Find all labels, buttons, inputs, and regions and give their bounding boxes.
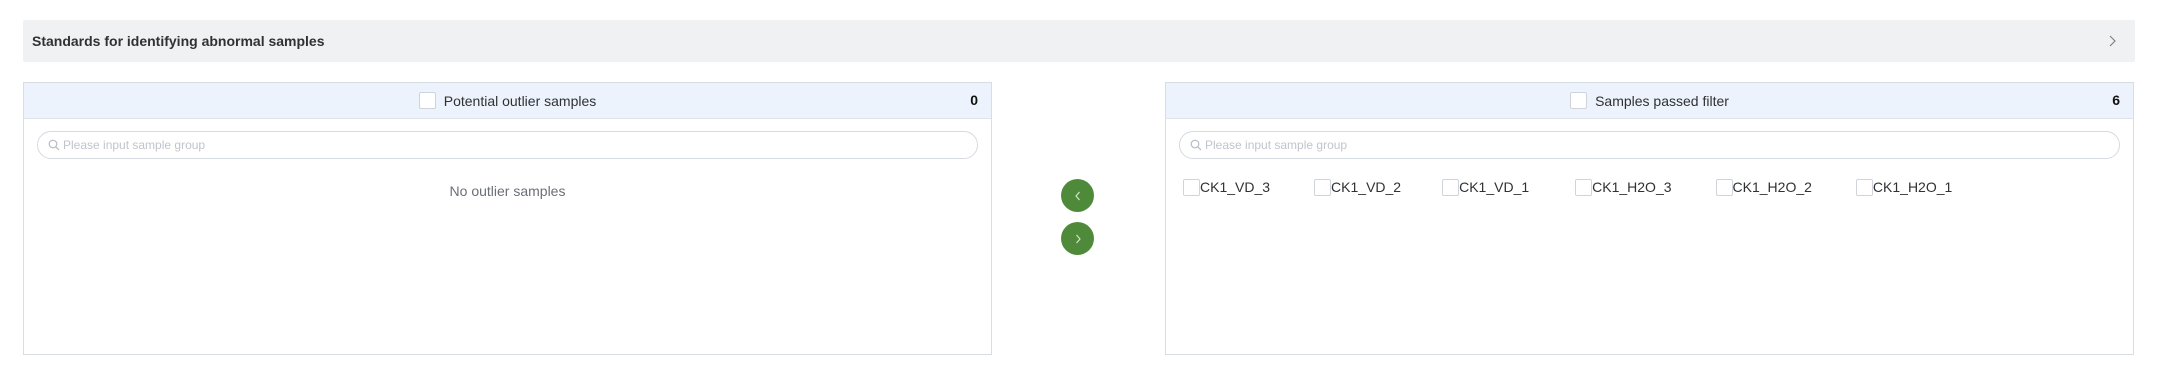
passed-count: 6 — [2112, 92, 2120, 108]
move-to-outlier-button[interactable] — [1061, 179, 1094, 212]
sample-item[interactable]: CK1_VD_3 — [1183, 177, 1270, 197]
sample-label: CK1_VD_2 — [1331, 179, 1402, 195]
passed-samples-panel: Samples passed filter 6 CK1_VD_3 CK1_VD_… — [1165, 82, 2134, 355]
passed-search-input[interactable] — [1205, 138, 2109, 152]
sample-checkbox[interactable] — [1314, 178, 1332, 196]
empty-state-text: No outlier samples — [449, 183, 566, 199]
sample-checkbox[interactable] — [1442, 178, 1460, 196]
sample-checkbox[interactable] — [1855, 178, 1873, 196]
search-icon — [48, 139, 60, 151]
collapse-title: Standards for identifying abnormal sampl… — [32, 33, 325, 49]
search-icon — [1190, 139, 1202, 151]
outlier-search-input[interactable] — [63, 138, 967, 152]
sample-item[interactable]: CK1_VD_2 — [1314, 177, 1401, 197]
sample-label: CK1_H2O_2 — [1732, 179, 1812, 195]
move-to-passed-button[interactable] — [1061, 222, 1094, 255]
outlier-samples-panel: Potential outlier samples 0 No outlier s… — [23, 82, 992, 355]
abnormal-standards-collapse[interactable]: Standards for identifying abnormal sampl… — [23, 20, 2135, 62]
outlier-count: 0 — [970, 92, 978, 108]
sample-item[interactable]: CK1_H2O_3 — [1575, 177, 1672, 197]
chevron-right-icon — [1075, 234, 1081, 243]
sample-label: CK1_H2O_3 — [1592, 179, 1672, 195]
sample-label: CK1_VD_1 — [1459, 179, 1530, 195]
sample-item[interactable]: CK1_H2O_2 — [1715, 177, 1812, 197]
outlier-search-box[interactable] — [37, 131, 978, 159]
chevron-left-icon — [1074, 191, 1080, 200]
sample-checkbox[interactable] — [1183, 178, 1200, 196]
passed-select-all-checkbox[interactable] — [1570, 92, 1588, 109]
sample-label: CK1_VD_3 — [1200, 179, 1271, 195]
sample-item[interactable]: CK1_VD_1 — [1442, 177, 1529, 197]
passed-sample-list: CK1_VD_3 CK1_VD_2 CK1_VD_1 CK1_H2O_3 CK1… — [1166, 159, 2133, 197]
passed-panel-title: Samples passed filter — [1595, 92, 1729, 109]
outlier-panel-title: Potential outlier samples — [443, 92, 597, 109]
sample-checkbox[interactable] — [1575, 178, 1593, 196]
sample-label: CK1_H2O_1 — [1872, 179, 1953, 195]
passed-panel-header: Samples passed filter 6 — [1166, 83, 2133, 119]
outlier-select-all-checkbox[interactable] — [418, 92, 436, 109]
chevron-right-icon[interactable] — [2103, 32, 2121, 50]
sample-item[interactable]: CK1_H2O_1 — [1855, 177, 1953, 197]
passed-search-box[interactable] — [1179, 131, 2120, 159]
outlier-panel-header: Potential outlier samples 0 — [24, 83, 991, 119]
sample-checkbox[interactable] — [1715, 178, 1733, 196]
